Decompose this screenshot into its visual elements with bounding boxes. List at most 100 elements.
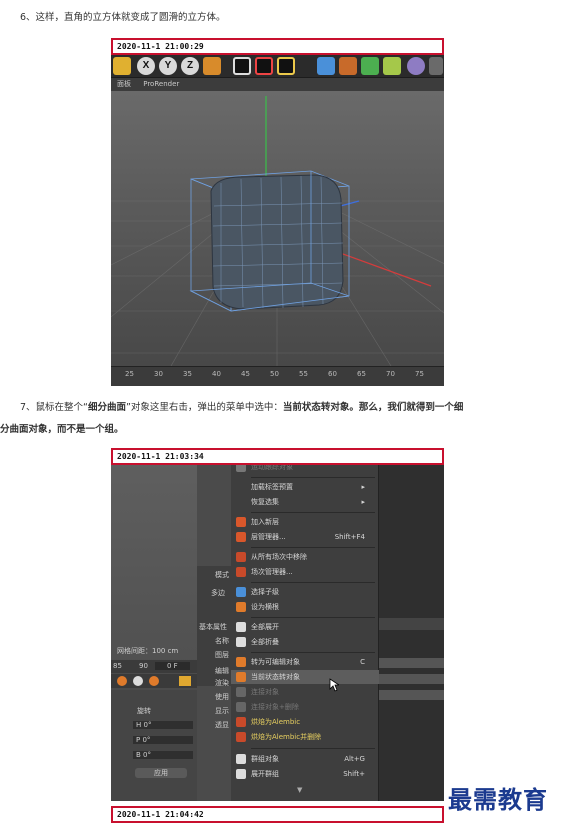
deformer-icon[interactable] <box>383 57 401 75</box>
frame-90: 90 <box>139 662 148 670</box>
render-label: 渲染 <box>215 679 229 687</box>
menu-item-label: 从所有场次中移除 <box>251 553 307 561</box>
prorender-menu[interactable]: ProRender <box>143 80 179 88</box>
coordinate-icon[interactable] <box>203 57 221 75</box>
menu-shortcut: Shift+F4 <box>334 533 365 541</box>
menu-item[interactable]: 烘焙为Alembic <box>231 715 379 729</box>
right-toolbar <box>379 618 444 630</box>
panel-menu[interactable]: 面板 <box>117 80 131 88</box>
frame-field[interactable]: 0 F <box>155 662 190 670</box>
step-7-middle: ”对象这里右击，弹出的菜单中选中： <box>125 402 283 413</box>
playback-controls[interactable] <box>111 674 197 688</box>
menu-item[interactable]: 设为横根 <box>231 600 379 614</box>
step-7-object-name: 细分曲面 <box>87 402 126 413</box>
scene-icon[interactable] <box>407 57 425 75</box>
menu-item[interactable]: 加入新层 <box>231 515 379 529</box>
group-icon <box>236 754 246 764</box>
menu-shortcut: Shift+ <box>343 770 365 778</box>
field-bar-2 <box>379 674 444 684</box>
render-settings-icon[interactable] <box>277 57 295 75</box>
ruler-tick: 25 <box>125 370 134 378</box>
menu-shortcut: Alt+G <box>344 755 365 763</box>
menu-item[interactable]: 连接对象 <box>231 685 379 699</box>
set-root-icon <box>236 602 246 612</box>
menu-item-label: 选择子级 <box>251 588 279 596</box>
p-rotation[interactable]: P 0° <box>133 736 193 744</box>
menu-item-label: 设为横根 <box>251 603 279 611</box>
menu-item[interactable]: 群组对象 Alt+G <box>231 752 379 766</box>
menu-item[interactable]: 全部折叠 <box>231 635 379 649</box>
screenshot-2: 网格间距：100 cm 85 90 0 F 旋转 H 0° P 0° B 0° … <box>111 448 444 801</box>
viewport-scene <box>111 96 444 366</box>
menu-item-label: 全部展开 <box>251 623 279 631</box>
current-state-icon <box>236 672 246 682</box>
menu-item[interactable]: 加载标签预置 ▸ <box>231 480 379 494</box>
submenu-arrow-icon: ▸ <box>361 498 365 506</box>
timestamp-1: 2020-11-1 21:00:29 <box>111 38 444 55</box>
make-editable-icon <box>236 657 246 667</box>
camera-icon[interactable] <box>429 57 443 75</box>
x-axis-button[interactable]: X <box>137 57 155 75</box>
pen-icon[interactable] <box>339 57 357 75</box>
menu-item[interactable]: 场次管理器... <box>231 565 379 579</box>
record-icon[interactable] <box>117 676 127 686</box>
menu-item-label: 群组对象 <box>251 755 279 763</box>
grid-spacing-label: 网格间距：100 cm <box>117 647 179 655</box>
submenu-arrow-icon: ▸ <box>361 483 365 491</box>
layer-manager-icon <box>236 532 246 542</box>
ruler-tick: 65 <box>357 370 366 378</box>
key-icon[interactable] <box>133 676 143 686</box>
scroll-down-icon[interactable]: ▼ <box>297 786 302 794</box>
step-7-result: 当前状态转对象。那么，我们就得到一个细 <box>282 402 464 413</box>
menu-item[interactable]: 恢复选集 ▸ <box>231 495 379 509</box>
timeline-ruler[interactable]: 25 30 35 40 45 50 55 60 65 70 75 <box>111 366 444 386</box>
menu-shortcut: C <box>360 658 365 666</box>
move-icon[interactable] <box>113 57 131 75</box>
menu-item-label: 连接对象 <box>251 688 279 696</box>
take-remove-icon <box>236 552 246 562</box>
render-picture-icon[interactable] <box>255 57 273 75</box>
h-rotation[interactable]: H 0° <box>133 721 193 729</box>
c4d-toolbar: X Y Z <box>111 54 444 78</box>
menu-item-label: 转为可编辑对象 <box>251 658 300 666</box>
menu-item[interactable]: 层管理器... Shift+F4 <box>231 530 379 544</box>
frame-85: 85 <box>113 662 122 670</box>
cube-icon[interactable] <box>317 57 335 75</box>
b-rotation[interactable]: B 0° <box>133 751 193 759</box>
auto-key-icon[interactable] <box>149 676 159 686</box>
menu-item[interactable]: 烘焙为Alembic并删除 <box>231 730 379 744</box>
menu-item[interactable]: 连接对象+删除 <box>231 700 379 714</box>
take-manager-icon <box>236 567 246 577</box>
field-bar-1 <box>379 658 444 668</box>
viewport-area[interactable] <box>111 448 197 668</box>
expand-all-icon <box>236 622 246 632</box>
collapse-all-icon <box>236 637 246 647</box>
step-7-prefix: 7、鼠标在整个“ <box>20 402 88 413</box>
film-icon[interactable] <box>179 676 191 686</box>
3d-viewport[interactable] <box>111 91 444 366</box>
menu-item[interactable]: 选择子级 <box>231 585 379 599</box>
menu-item[interactable]: 从所有场次中移除 <box>231 550 379 564</box>
z-axis-button[interactable]: Z <box>181 57 199 75</box>
ruler-tick: 30 <box>154 370 163 378</box>
ruler-tick: 50 <box>270 370 279 378</box>
render-view-icon[interactable] <box>233 57 251 75</box>
current-state-to-object-item[interactable]: 当前状态转对象 <box>231 670 379 684</box>
mouse-cursor-icon <box>329 678 339 692</box>
menu-item[interactable]: 转为可编辑对象 C <box>231 655 379 669</box>
menu-item[interactable]: 展开群组 Shift+ <box>231 767 379 781</box>
use-label: 使用 <box>215 693 229 701</box>
step-7-result-cont: 分曲面对象，而不是一个组。 <box>0 424 124 435</box>
y-axis-button[interactable]: Y <box>159 57 177 75</box>
mode-tab[interactable]: 模式 <box>215 570 229 580</box>
basic-props-tab[interactable]: 基本属性 <box>199 622 227 632</box>
ruler-tick: 40 <box>212 370 221 378</box>
xray-label: 透显 <box>215 721 229 729</box>
ruler-tick: 35 <box>183 370 192 378</box>
subdivision-icon[interactable] <box>361 57 379 75</box>
poly-item[interactable]: 多边 <box>211 588 225 598</box>
layer-add-icon <box>236 517 246 527</box>
menu-item[interactable]: 全部展开 <box>231 620 379 634</box>
apply-button[interactable]: 应用 <box>135 768 187 778</box>
menu-item-label: 展开群组 <box>251 770 279 778</box>
